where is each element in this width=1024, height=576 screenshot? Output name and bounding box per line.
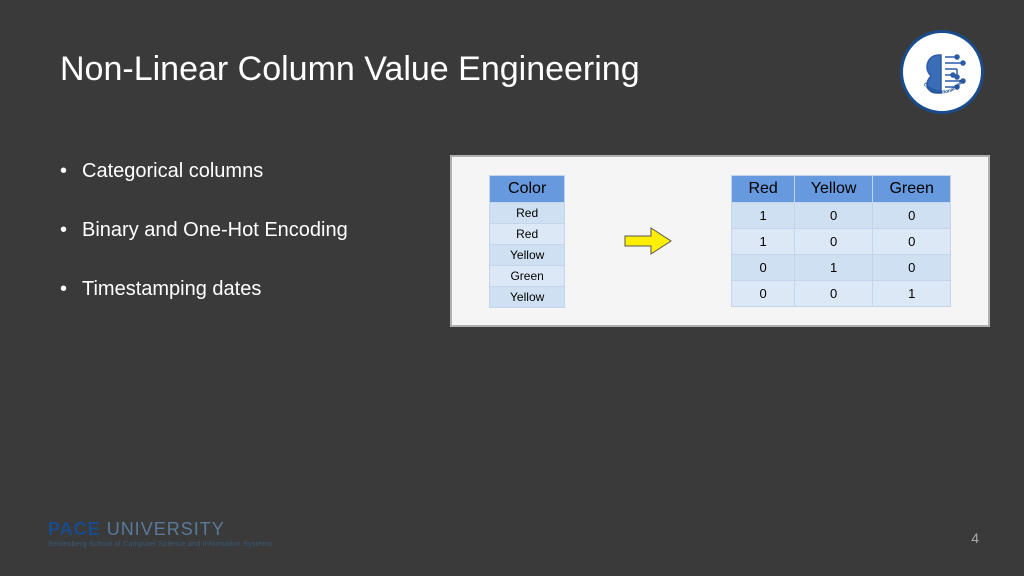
page-number: 4 [971, 530, 979, 546]
brand-name-1: PACE [48, 519, 101, 539]
bullet-item: Timestamping dates [60, 278, 348, 301]
table-cell: 1 [794, 255, 873, 281]
encoding-diagram: Color Red Red Yellow Green Yellow Red Ye… [450, 155, 990, 327]
table-cell: Yellow [490, 286, 565, 307]
table-cell: 0 [873, 229, 950, 255]
arrow-icon [623, 226, 673, 256]
university-logo: PACE UNIVERSITY Seidenberg School of Com… [48, 519, 272, 548]
table-cell: Red [490, 223, 565, 244]
source-table: Color Red Red Yellow Green Yellow [489, 175, 565, 308]
table-header: Yellow [794, 176, 873, 203]
bullet-item: Binary and One-Hot Encoding [60, 219, 348, 242]
table-cell: Green [490, 265, 565, 286]
bullet-item: Categorical columns [60, 160, 348, 183]
table-cell: 0 [732, 281, 794, 307]
slide-title: Non-Linear Column Value Engineering [60, 50, 640, 89]
table-cell: Red [490, 202, 565, 223]
brand-tagline: Seidenberg School of Computer Science an… [48, 541, 272, 548]
table-cell: 0 [794, 229, 873, 255]
table-header: Color [490, 175, 565, 202]
table-cell: 0 [732, 255, 794, 281]
table-cell: 0 [794, 281, 873, 307]
encoded-table: Red Yellow Green 1 0 0 1 0 0 0 1 0 0 0 1 [731, 175, 951, 307]
bullet-list: Categorical columns Binary and One-Hot E… [60, 160, 348, 337]
table-cell: 1 [873, 281, 950, 307]
table-cell: 0 [873, 203, 950, 229]
brand-name-2: UNIVERSITY [101, 519, 225, 539]
table-cell: 0 [873, 255, 950, 281]
table-cell: 1 [732, 229, 794, 255]
table-header: Green [873, 176, 950, 203]
lab-logo: Computational Intelligence Lab [900, 30, 984, 114]
table-cell: 0 [794, 203, 873, 229]
table-cell: 1 [732, 203, 794, 229]
table-header: Red [732, 176, 794, 203]
table-cell: Yellow [490, 244, 565, 265]
